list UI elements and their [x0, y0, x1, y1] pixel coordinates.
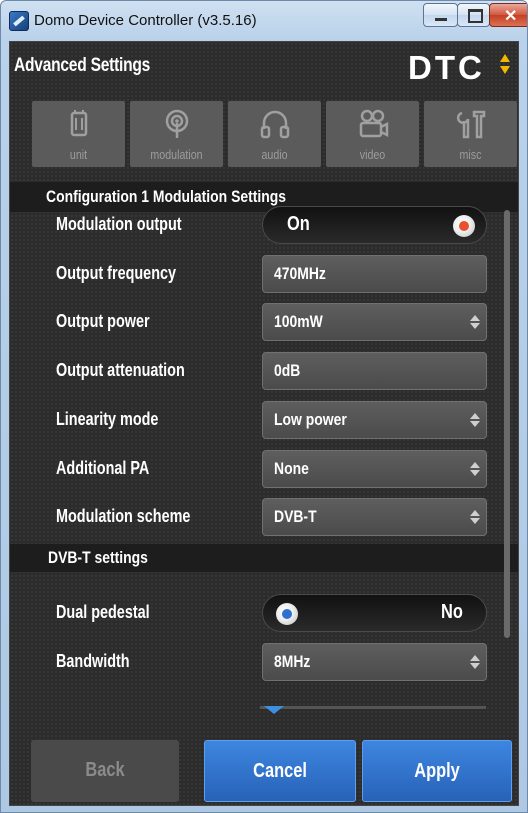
- footer: Back Cancel Apply: [10, 733, 518, 805]
- back-button[interactable]: Back: [31, 740, 179, 802]
- label-output-power: Output power: [56, 311, 150, 331]
- app-window: Domo Device Controller (v3.5.16) ✕ Advan…: [0, 0, 528, 813]
- field-value: 0dB: [274, 361, 301, 380]
- label-modulation-scheme: Modulation scheme: [56, 506, 191, 526]
- modulation-output-toggle[interactable]: On: [262, 206, 487, 244]
- header: Advanced Settings DTC: [10, 42, 518, 94]
- app-icon: [9, 11, 29, 31]
- title-bar[interactable]: Domo Device Controller (v3.5.16) ✕: [1, 1, 527, 35]
- app-content: Advanced Settings DTC unit modulation au…: [9, 41, 519, 806]
- label-output-frequency: Output frequency: [56, 263, 177, 283]
- logo-arrows-icon: [500, 54, 510, 74]
- bandwidth-select[interactable]: 8MHz: [262, 643, 487, 681]
- minimize-icon: [435, 18, 447, 21]
- linearity-mode-select[interactable]: Low power: [262, 401, 487, 439]
- modulation-icon: [165, 109, 188, 138]
- toggle-value: No: [441, 601, 463, 623]
- section-header-dvbt: DVB-T settings: [10, 544, 518, 572]
- tab-misc[interactable]: misc: [424, 101, 517, 167]
- close-button[interactable]: ✕: [489, 3, 527, 27]
- section-title: DVB-T settings: [48, 548, 148, 567]
- tab-unit[interactable]: unit: [32, 101, 125, 167]
- tab-label: modulation: [150, 147, 203, 162]
- label-output-attenuation: Output attenuation: [56, 360, 185, 380]
- tab-bar: unit modulation audio video misc: [32, 101, 518, 167]
- select-value: DVB-T: [274, 507, 317, 526]
- output-attenuation-field[interactable]: 0dB: [262, 352, 487, 390]
- select-value: 100mW: [274, 312, 323, 331]
- tab-label: audio: [261, 147, 288, 162]
- cancel-button[interactable]: Cancel: [204, 740, 356, 802]
- toggle-knob: [453, 215, 475, 237]
- apply-button[interactable]: Apply: [362, 740, 512, 802]
- tab-label: video: [359, 147, 386, 162]
- modulation-scheme-select[interactable]: DVB-T: [262, 498, 487, 536]
- unit-icon: [70, 110, 87, 137]
- maximize-button[interactable]: [457, 3, 490, 27]
- output-frequency-field[interactable]: 470MHz: [262, 255, 487, 293]
- output-power-select[interactable]: 100mW: [262, 303, 487, 341]
- chevron-down-icon: [264, 706, 284, 714]
- scroll-more-indicator: [260, 706, 486, 714]
- scrollbar[interactable]: [504, 210, 510, 638]
- button-label: Apply: [414, 760, 460, 782]
- label-dual-pedestal: Dual pedestal: [56, 602, 150, 622]
- field-value: 470MHz: [274, 264, 326, 283]
- dual-pedestal-toggle[interactable]: No: [262, 594, 487, 632]
- label-linearity-mode: Linearity mode: [56, 409, 159, 429]
- label-bandwidth: Bandwidth: [56, 651, 130, 671]
- tab-audio[interactable]: audio: [228, 101, 321, 167]
- tab-label: misc: [459, 147, 482, 162]
- select-value: None: [274, 459, 309, 478]
- label-modulation-output: Modulation output: [56, 214, 182, 234]
- toggle-knob: [276, 603, 298, 625]
- select-value: Low power: [274, 410, 347, 429]
- tab-modulation[interactable]: modulation: [130, 101, 223, 167]
- select-value: 8MHz: [274, 652, 311, 671]
- button-label: Cancel: [253, 760, 307, 782]
- toggle-value: On: [287, 213, 310, 235]
- settings-list[interactable]: Modulation output On Output frequency 47…: [10, 200, 518, 714]
- headphones-icon: [260, 110, 289, 139]
- wrench-icon: [456, 110, 485, 139]
- video-camera-icon: [359, 109, 388, 138]
- close-icon: ✕: [504, 8, 518, 25]
- page-title: Advanced Settings: [14, 55, 151, 76]
- additional-pa-select[interactable]: None: [262, 450, 487, 488]
- window-title: Domo Device Controller (v3.5.16): [34, 12, 257, 29]
- maximize-icon: [468, 9, 483, 23]
- minimize-button[interactable]: [423, 3, 458, 27]
- button-label: Back: [85, 759, 125, 781]
- label-additional-pa: Additional PA: [56, 458, 150, 478]
- dtc-logo: DTC: [408, 49, 485, 86]
- tab-label: unit: [69, 147, 88, 162]
- tab-video[interactable]: video: [326, 101, 419, 167]
